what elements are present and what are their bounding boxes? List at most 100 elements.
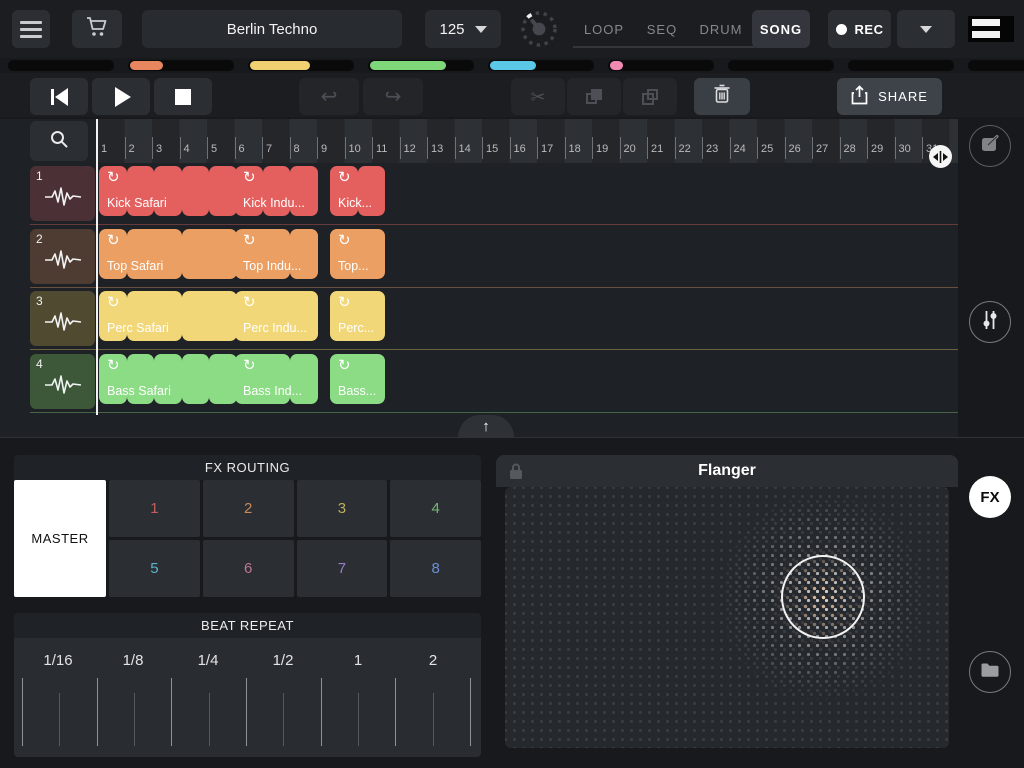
fx-routing-master-cell[interactable]: MASTER [14,480,106,597]
tab-seq[interactable]: SEQ [633,10,691,48]
store-button[interactable] [72,10,122,48]
xy-pad-cursor[interactable] [781,555,865,639]
beat-repeat-tick [283,693,284,746]
bar-tick [757,137,758,159]
fx-routing-slot-3[interactable]: 3 [297,480,388,537]
lock-icon [508,462,524,485]
bar-tick [262,137,263,159]
bar-number: 9 [321,143,327,155]
overview-segment[interactable] [968,60,1024,71]
menu-button[interactable] [12,10,50,48]
fx-routing-slot-7[interactable]: 7 [297,540,388,597]
record-options-button[interactable] [897,10,955,48]
tempo-dial-icon[interactable] [518,8,560,55]
bar-number: 4 [184,143,190,155]
clip[interactable]: ↻Bass Safari [99,354,237,404]
track-header[interactable]: 2 [30,229,95,284]
clip[interactable]: ↻Kick... [330,166,385,216]
chevron-down-icon [475,26,487,33]
track-row: 4↻Bass Safari↻Bass Ind...↻Bass... [0,351,958,413]
tab-loop[interactable]: LOOP [575,10,633,48]
bar-tick [647,137,648,159]
clip[interactable]: ↻Top... [330,229,385,279]
song-overview-strip[interactable] [8,60,1024,71]
clip[interactable]: ↻Top Safari [99,229,237,279]
fx-routing-slot-2[interactable]: 2 [203,480,294,537]
overview-segment[interactable] [248,60,354,71]
play-button[interactable] [92,78,150,115]
bar-number: 16 [514,143,526,155]
record-button[interactable]: REC [828,10,891,48]
clip-label: Kick Indu... [243,196,305,210]
clip[interactable]: ↻Bass... [330,354,385,404]
share-button[interactable]: SHARE [837,78,942,115]
waveform-icon [44,374,82,401]
overview-clip-pill [490,61,536,70]
clip-segment [209,166,237,216]
track-header[interactable]: 4 [30,354,95,409]
undo-button[interactable]: ↩ [299,78,359,115]
beat-repeat-tick [358,693,359,746]
redo-button[interactable]: ↪ [363,78,423,115]
fx-routing-slot-8[interactable]: 8 [390,540,481,597]
track-header[interactable]: 3 [30,291,95,346]
loop-icon: ↻ [107,293,120,311]
loop-icon: ↻ [338,356,351,374]
clip[interactable]: ↻Perc Indu... [235,291,318,341]
fx-routing-slot-5[interactable]: 5 [109,540,200,597]
beat-repeat-strip[interactable]: 1/161/81/41/212 [14,638,481,757]
fx-effect-header[interactable]: Flanger [496,455,958,487]
stop-button[interactable] [154,78,212,115]
loop-icon: ↻ [243,293,256,311]
bar-tick [895,137,896,159]
fx-xy-pad[interactable] [505,487,949,748]
stop-icon [175,89,191,105]
bar-tick [482,137,483,159]
loop-icon: ↻ [243,231,256,249]
bpm-selector[interactable]: 125 [425,10,501,48]
loop-range-handle[interactable] [929,145,952,168]
clip[interactable]: ↻Top Indu... [235,229,318,279]
overview-segment[interactable] [848,60,954,71]
bar-tick [455,137,456,159]
clip[interactable]: ↻Kick Indu... [235,166,318,216]
mixer-faders-button[interactable] [969,301,1011,343]
playhead[interactable] [96,119,98,415]
rewind-button[interactable] [30,78,88,115]
tab-drum[interactable]: DRUM [692,10,750,48]
library-button[interactable] [969,651,1011,693]
clip[interactable]: ↻Bass Ind... [235,354,318,404]
top-bar: Berlin Techno 125 LOOPSEQDRUMSONG REC [0,0,1024,58]
overview-segment[interactable] [608,60,714,71]
fx-routing-slot-4[interactable]: 4 [390,480,481,537]
bar-tick [372,137,373,159]
clip[interactable]: ↻Perc Safari [99,291,237,341]
cut-button[interactable]: ✂ [511,78,565,115]
clip[interactable]: ↻Kick Safari [99,166,237,216]
bar-number: 28 [844,143,856,155]
mixer-icon[interactable] [968,16,1014,42]
beat-repeat-tick [171,678,172,746]
paste-button[interactable] [623,78,677,115]
overview-segment[interactable] [8,60,114,71]
zoom-button[interactable] [30,121,88,161]
beat-repeat-label: 1/2 [273,652,294,669]
tab-song[interactable]: SONG [752,10,810,48]
project-title[interactable]: Berlin Techno [142,10,402,48]
clip-label: Bass Safari [107,384,171,398]
clip[interactable]: ↻Perc... [330,291,385,341]
fx-routing-slot-6[interactable]: 6 [203,540,294,597]
delete-button[interactable] [694,78,750,115]
overview-segment[interactable] [488,60,594,71]
overview-segment[interactable] [368,60,474,71]
fx-button[interactable]: FX [969,476,1011,518]
track-header[interactable]: 1 [30,166,95,221]
overview-segment[interactable] [128,60,234,71]
overview-segment[interactable] [728,60,834,71]
fx-routing-slot-1[interactable]: 1 [109,480,200,537]
rewind-icon [51,88,68,106]
overview-clip-pill [610,61,623,70]
bar-ruler[interactable]: 1234567891011121314151617181920212223242… [97,119,958,163]
copy-button[interactable] [567,78,621,115]
edit-mode-button[interactable] [969,125,1011,167]
